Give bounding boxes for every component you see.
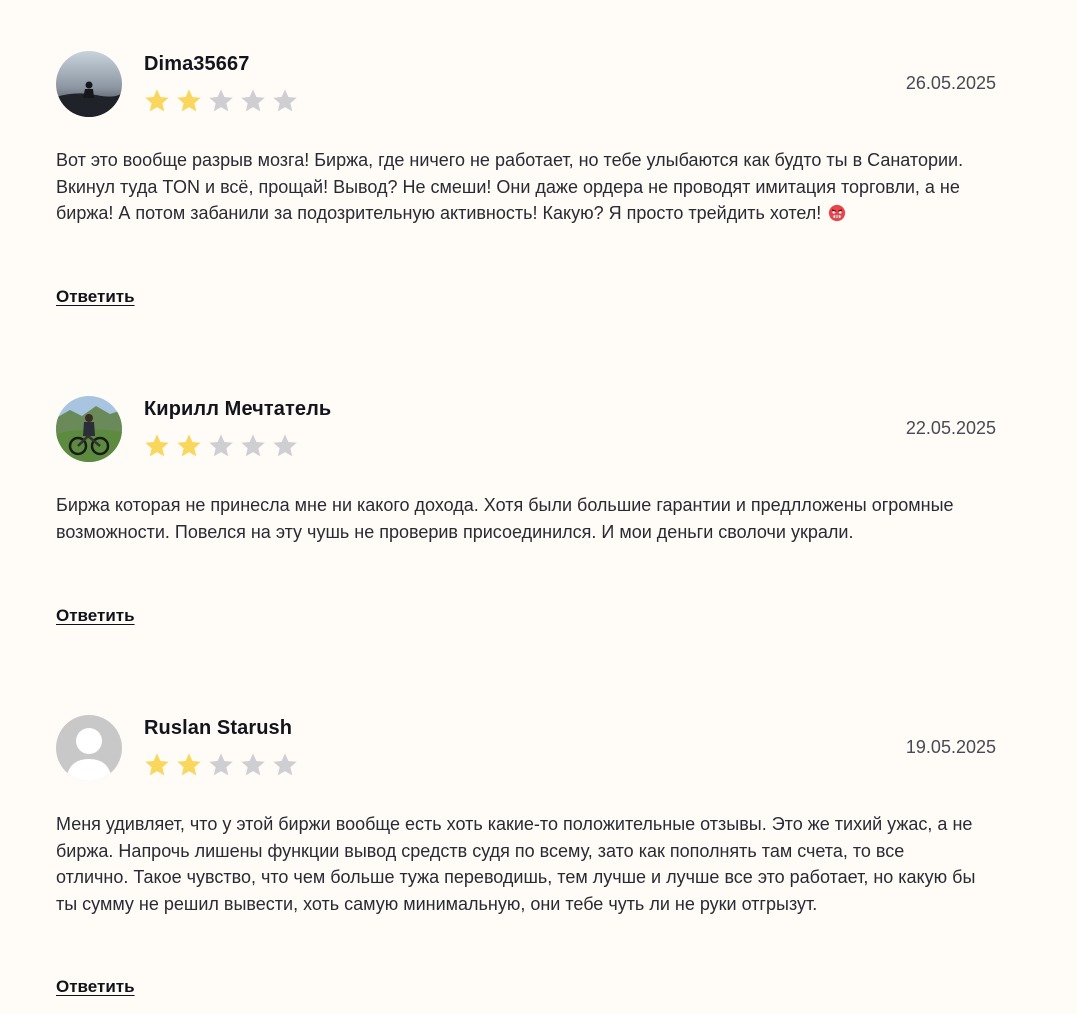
avatar[interactable]	[56, 51, 122, 117]
review-text: Вот это вообще разрыв мозга! Биржа, где …	[56, 147, 981, 227]
review-card: Dima35667 26.05.2025 Вот это вообще разр…	[56, 51, 996, 311]
reply-button[interactable]: Ответить	[56, 287, 135, 307]
star-empty-icon	[241, 753, 265, 776]
review-text: Биржа которая не принесла мне ни какого …	[56, 495, 954, 542]
reply-button[interactable]: Ответить	[56, 977, 135, 997]
review-date: 26.05.2025	[905, 73, 996, 93]
star-filled-icon	[177, 753, 201, 776]
review-card: Кирилл Мечтатель 22.05.2025 Биржа котора…	[56, 396, 996, 636]
review-date: 19.05.2025	[905, 737, 996, 757]
angry-face-emoji-icon	[829, 204, 846, 222]
star-empty-icon	[273, 753, 297, 776]
star-filled-icon	[177, 434, 201, 457]
star-empty-icon	[273, 89, 297, 112]
star-rating	[143, 87, 299, 115]
review-text: Меня удивляет, что у этой биржи вообще е…	[56, 814, 976, 914]
author-name: Ruslan Starush	[144, 717, 293, 739]
review-date: 22.05.2025	[905, 418, 996, 438]
review-card: Ruslan Starush 19.05.2025 Меня удивляет,…	[56, 715, 996, 1005]
star-empty-icon	[209, 89, 233, 112]
reply-button[interactable]: Ответить	[56, 606, 135, 626]
author-name: Dima35667	[144, 53, 250, 75]
star-filled-icon	[145, 434, 169, 457]
star-filled-icon	[145, 89, 169, 112]
avatar[interactable]	[56, 396, 122, 462]
star-rating	[143, 432, 299, 460]
review-text-body: Вот это вообще разрыв мозга! Биржа, где …	[56, 150, 964, 223]
star-empty-icon	[209, 753, 233, 776]
star-empty-icon	[241, 89, 265, 112]
avatar[interactable]	[56, 715, 122, 781]
star-filled-icon	[145, 753, 169, 776]
star-empty-icon	[273, 434, 297, 457]
star-empty-icon	[241, 434, 265, 457]
star-rating	[143, 751, 299, 779]
author-name: Кирилл Мечтатель	[144, 398, 332, 420]
star-empty-icon	[209, 434, 233, 457]
star-filled-icon	[177, 89, 201, 112]
